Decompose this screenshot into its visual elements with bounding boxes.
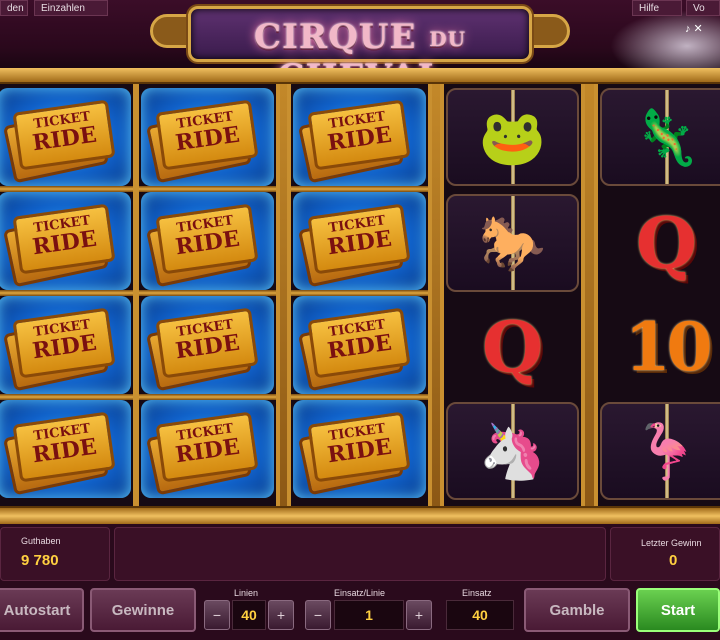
help-button[interactable]: Hilfe	[632, 0, 682, 16]
ticket-text: TICKET RIDE	[173, 421, 242, 469]
last-win-value: 0	[669, 552, 678, 569]
scroll-ornament-right	[526, 14, 570, 48]
reel-2: TICKET RIDE TICKET RIDE TICKET RIDE TICKET RIDE	[135, 84, 280, 506]
symbol-ticket-to-ride: TICKET RIDE	[141, 400, 274, 498]
bet-per-line-label: Einsatz/Linie	[334, 588, 386, 598]
symbol-ticket-to-ride: TICKET RIDE	[293, 400, 426, 498]
ticket-text: TICKET RIDE	[325, 421, 394, 469]
pay-in-button[interactable]: Einzahlen	[34, 0, 108, 16]
bet-value: 40	[446, 600, 514, 630]
unicorn-icon: 🦄	[478, 418, 547, 483]
symbol-ticket-to-ride: TICKET RIDE	[0, 400, 131, 498]
symbol-chameleon: 🦎	[600, 88, 720, 186]
reel-4: 🐸 🐎 Q 🦄	[440, 84, 585, 506]
sound-icon[interactable]: ♪ ✕	[685, 22, 703, 35]
symbol-ticket-to-ride: TICKET RIDE	[0, 296, 131, 394]
bet-per-line-value: 1	[334, 600, 404, 630]
reel-3: TICKET RIDE TICKET RIDE TICKET RIDE TICKET RIDE	[287, 84, 432, 506]
balance-box: Guthaben 9 780	[0, 527, 110, 581]
reel-5: 🦎 Q 10 🦩	[594, 84, 720, 506]
balance-label: Guthaben	[21, 536, 61, 546]
reel-frame-top	[0, 68, 720, 84]
symbol-frog: 🐸	[446, 88, 579, 186]
ticket-text: TICKET RIDE	[325, 317, 394, 365]
symbol-ten: 10	[624, 308, 713, 386]
ticket-text: TICKET RIDE	[30, 317, 99, 365]
left-menu-button[interactable]: den	[0, 0, 28, 16]
symbol-ostrich: 🦩	[600, 402, 720, 500]
ticket-text: TICKET RIDE	[325, 109, 394, 157]
chameleon-icon: 🦎	[632, 104, 701, 169]
bet-per-line-minus-button[interactable]: −	[305, 600, 331, 630]
wins-button[interactable]: Gewinne	[90, 588, 196, 632]
autostart-button[interactable]: Autostart	[0, 588, 84, 632]
smoke-decoration	[610, 10, 720, 68]
symbol-ticket-to-ride: TICKET RIDE	[0, 88, 131, 186]
frog-icon: 🐸	[478, 104, 547, 169]
symbol-ticket-to-ride: TICKET RIDE	[293, 296, 426, 394]
reel-frame-bottom	[0, 506, 720, 524]
symbol-unicorn: 🦄	[446, 402, 579, 500]
symbol-ticket-to-ride: TICKET RIDE	[293, 88, 426, 186]
bet-per-line-plus-button[interactable]: +	[406, 600, 432, 630]
horse-icon: 🐎	[478, 210, 547, 275]
symbol-carousel-horse: 🐎	[446, 194, 579, 292]
message-box	[114, 527, 606, 581]
symbol-ticket-to-ride: TICKET RIDE	[0, 192, 131, 290]
game-title-logo: CIRQUE DU CHEVAL	[150, 0, 570, 97]
start-button[interactable]: Start	[636, 588, 720, 632]
lines-value: 40	[232, 600, 266, 630]
last-win-label: Letzter Gewinn	[641, 538, 702, 548]
symbol-ticket-to-ride: TICKET RIDE	[141, 296, 274, 394]
ticket-text: TICKET RIDE	[173, 317, 242, 365]
ticket-text: TICKET RIDE	[325, 213, 394, 261]
reel-1: TICKET RIDE TICKET RIDE TICKET RIDE TICKET RIDE	[0, 84, 137, 506]
lines-plus-button[interactable]: +	[268, 600, 294, 630]
symbol-q: Q	[482, 305, 543, 389]
bet-label: Einsatz	[462, 588, 492, 598]
symbol-ticket-to-ride: TICKET RIDE	[293, 192, 426, 290]
symbol-q: Q	[636, 201, 697, 285]
balance-value: 9 780	[21, 552, 59, 569]
ticket-text: TICKET RIDE	[30, 421, 99, 469]
ticket-text: TICKET RIDE	[30, 213, 99, 261]
last-win-box: Letzter Gewinn 0	[610, 527, 720, 581]
lines-label: Linien	[234, 588, 259, 598]
ostrich-icon: 🦩	[632, 418, 701, 483]
symbol-ticket-to-ride: TICKET RIDE	[141, 192, 274, 290]
symbol-ticket-to-ride: TICKET RIDE	[141, 88, 274, 186]
gamble-button[interactable]: Gamble	[524, 588, 630, 632]
ticket-text: TICKET RIDE	[173, 109, 242, 157]
ticket-text: TICKET RIDE	[173, 213, 242, 261]
lines-minus-button[interactable]: −	[204, 600, 230, 630]
partial-right-button[interactable]: Vo	[686, 0, 720, 16]
ticket-text: TICKET RIDE	[30, 109, 99, 157]
